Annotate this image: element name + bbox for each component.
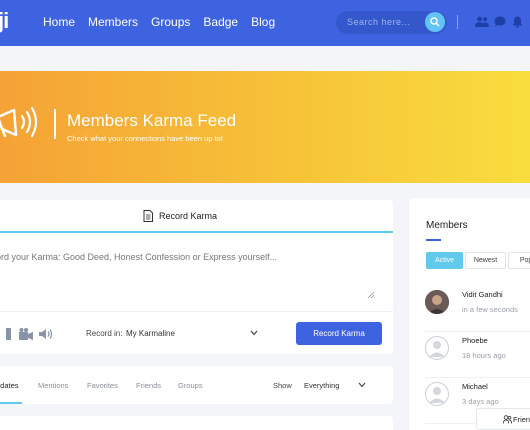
image-upload-icon[interactable] <box>6 328 12 340</box>
member-last-active: 18 hours ago <box>462 351 506 360</box>
show-select[interactable]: Everything <box>304 381 339 390</box>
nav-link-groups[interactable]: Groups <box>151 15 190 29</box>
record-in-select[interactable]: My Karmaline <box>126 329 175 338</box>
top-navbar: ji Home Members Groups Badge Blog Search… <box>0 0 530 46</box>
search-icon <box>430 17 440 27</box>
record-divider <box>0 311 393 312</box>
main-nav: Home Members Groups Badge Blog <box>43 15 288 29</box>
members-title-underline <box>426 239 441 241</box>
page-subtitle: Check what your connections have been up… <box>67 134 223 143</box>
banner-divider <box>54 109 56 139</box>
document-icon <box>143 210 153 222</box>
audio-upload-icon[interactable] <box>39 328 53 340</box>
filter-active[interactable]: Active <box>426 252 463 269</box>
tab-mentions[interactable]: Mentions <box>38 381 68 390</box>
member-name[interactable]: Michael <box>462 382 488 391</box>
nav-link-home[interactable]: Home <box>43 15 75 29</box>
default-avatar-icon <box>429 341 445 357</box>
feed-item-card <box>0 416 393 430</box>
nav-link-members[interactable]: Members <box>88 15 138 29</box>
site-logo[interactable]: ji <box>0 8 9 34</box>
filter-popular[interactable]: Popu <box>508 252 530 269</box>
tab-updates[interactable]: odates <box>0 381 19 390</box>
member-last-active: 3 days ago <box>462 397 499 406</box>
record-karma-title: Record Karma <box>159 211 218 221</box>
friends-button-label: Frien <box>513 415 530 424</box>
notifications-icon[interactable] <box>512 16 523 28</box>
search-placeholder: Search here... <box>347 17 411 27</box>
tab-favorites[interactable]: Favorites <box>87 381 118 390</box>
chevron-down-icon[interactable] <box>250 330 258 336</box>
search-button[interactable] <box>425 12 445 32</box>
avatar[interactable] <box>425 382 449 406</box>
members-widget: Members Active Newest Popu Vidit Gandhi … <box>409 198 530 430</box>
member-item[interactable]: Vidit Gandhi in a few seconds <box>425 286 530 332</box>
user-photo-icon <box>425 290 449 314</box>
megaphone-icon <box>0 106 38 138</box>
chevron-down-icon[interactable] <box>358 382 366 388</box>
record-in-label: Record in: <box>86 329 123 338</box>
record-karma-button[interactable]: Record Karma <box>296 322 382 345</box>
page-title: Members Karma Feed <box>67 111 237 130</box>
active-tab-indicator <box>0 402 22 404</box>
feed-banner: Members Karma Feed Check what your conne… <box>0 71 530 183</box>
avatar[interactable] <box>425 336 449 360</box>
avatar[interactable] <box>425 290 449 314</box>
record-karma-card: Record Karma ord your Karma: Good Deed, … <box>0 200 393 354</box>
member-item[interactable]: Phoebe 18 hours ago <box>425 332 530 378</box>
nav-link-blog[interactable]: Blog <box>251 15 275 29</box>
nav-link-badge[interactable]: Badge <box>203 15 238 29</box>
default-avatar-icon <box>429 387 445 403</box>
tab-friends[interactable]: Friends <box>136 381 161 390</box>
member-name[interactable]: Vidit Gandhi <box>462 290 503 299</box>
members-title: Members <box>426 220 468 231</box>
video-upload-icon[interactable] <box>19 328 33 340</box>
filter-newest[interactable]: Newest <box>465 252 506 269</box>
member-last-active: in a few seconds <box>462 305 518 314</box>
karma-textarea[interactable]: ord your Karma: Good Deed, Honest Confes… <box>0 252 277 262</box>
messages-icon[interactable] <box>494 16 506 27</box>
friends-icon <box>503 415 512 424</box>
resize-handle-icon[interactable] <box>368 292 374 298</box>
member-name[interactable]: Phoebe <box>462 336 488 345</box>
record-karma-header: Record Karma <box>0 200 393 233</box>
tab-groups[interactable]: Groups <box>178 381 203 390</box>
feed-filter-card: odates Mentions Favorites Friends Groups… <box>0 366 393 404</box>
friends-button[interactable]: Frien <box>476 408 530 430</box>
nav-divider <box>457 15 458 29</box>
show-label: Show <box>273 381 292 390</box>
members-icon[interactable] <box>475 16 489 27</box>
